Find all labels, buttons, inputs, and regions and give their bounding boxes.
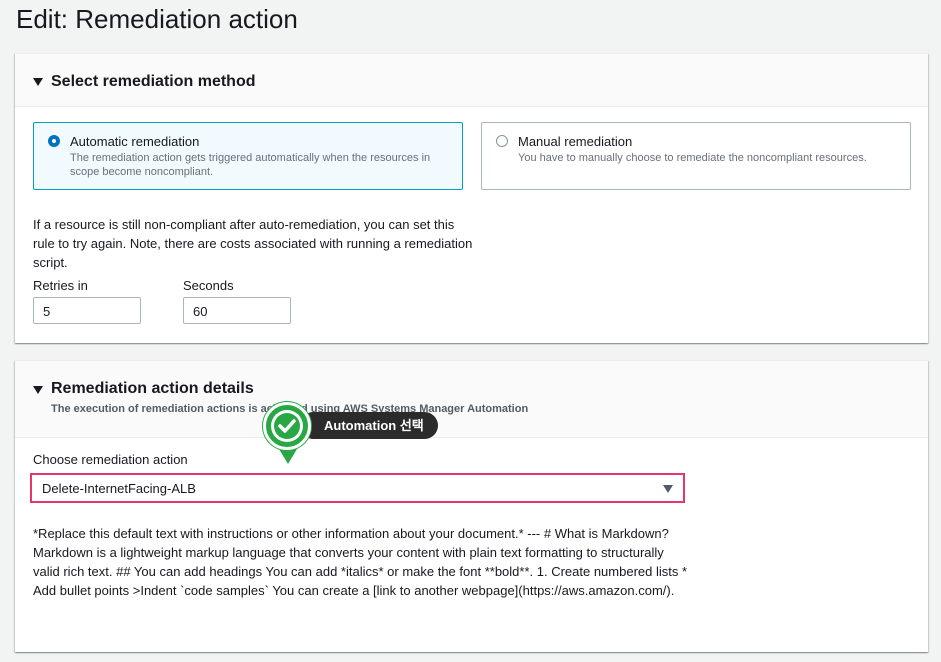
panel-title: Select remediation method (51, 73, 256, 90)
retries-input[interactable]: 5 (33, 297, 141, 324)
tile-title: Manual remediation (518, 134, 633, 149)
seconds-label: Seconds (183, 278, 234, 293)
checkmark-icon (263, 402, 311, 450)
retry-note: If a resource is still non-compliant aft… (33, 217, 473, 270)
page-title: Edit: Remediation action (16, 4, 298, 34)
document-description: *Replace this default text with instruct… (33, 526, 688, 598)
select-value: Delete-InternetFacing-ALB (42, 481, 196, 496)
seconds-input[interactable]: 60 (183, 297, 291, 324)
callout-pill: Automation 선택 (300, 412, 438, 439)
caret-down-icon[interactable] (33, 78, 43, 86)
choose-action-label: Choose remediation action (33, 452, 188, 467)
panel-header[interactable]: Select remediation method (15, 54, 928, 107)
automatic-remediation-tile[interactable]: Automatic remediation The remediation ac… (33, 122, 463, 190)
panel-header[interactable]: Remediation action details The execution… (15, 361, 928, 438)
tile-description: The remediation action gets triggered au… (70, 152, 431, 178)
panel-title: Remediation action details (51, 380, 254, 397)
tile-title: Automatic remediation (70, 134, 200, 149)
tile-description: You have to manually choose to remediate… (518, 152, 867, 164)
radio-checked-icon[interactable] (48, 135, 60, 147)
remediation-method-panel: Select remediation method Automatic reme… (15, 53, 928, 343)
remediation-details-panel: Remediation action details The execution… (15, 360, 928, 652)
manual-remediation-tile[interactable]: Manual remediation You have to manually … (481, 122, 911, 190)
caret-down-icon[interactable] (33, 386, 43, 394)
retries-label: Retries in (33, 278, 88, 293)
chevron-down-icon[interactable] (663, 485, 673, 493)
remediation-action-select[interactable]: Delete-InternetFacing-ALB (30, 473, 685, 503)
radio-unchecked-icon[interactable] (496, 135, 508, 147)
